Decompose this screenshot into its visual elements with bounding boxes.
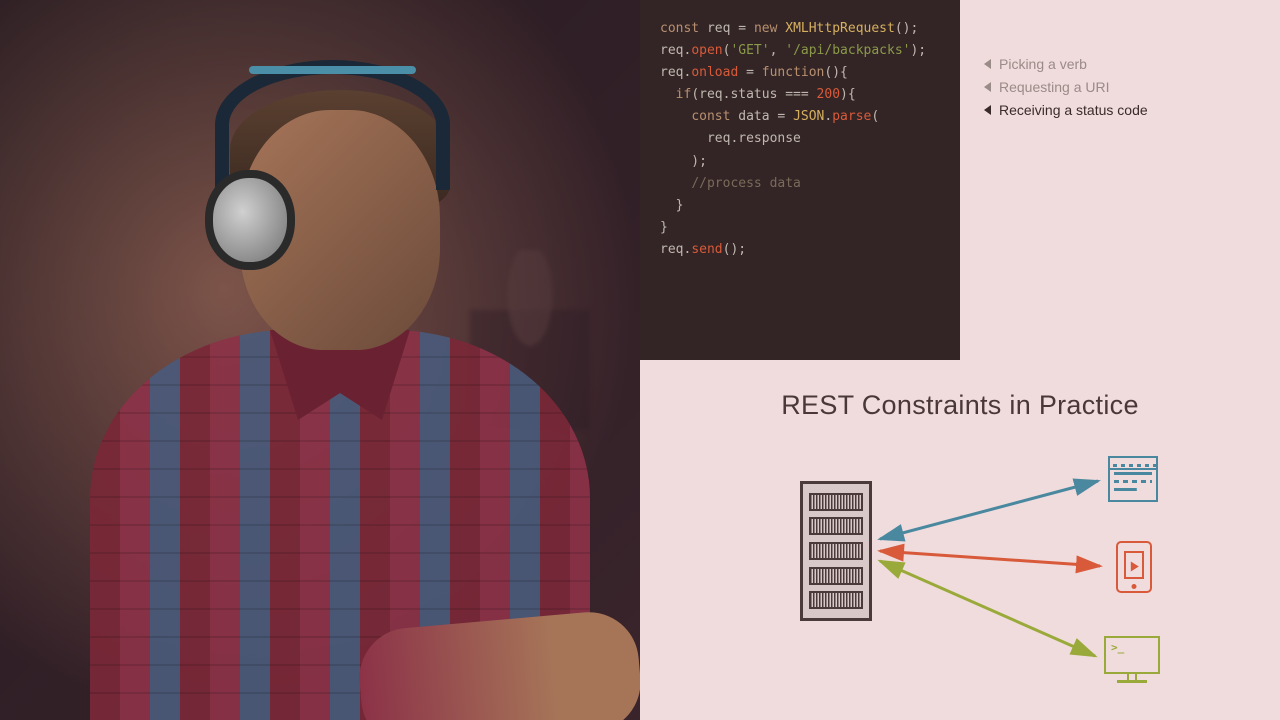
code-snippet: const req = new XMLHttpRequest();req.ope…: [640, 0, 960, 360]
code-line: req.response: [660, 128, 940, 150]
sidebar-step[interactable]: Picking a verb: [984, 56, 1280, 72]
person-with-headphones: [60, 30, 580, 710]
diagram-panel: REST Constraints in Practice: [640, 360, 1280, 720]
sidebar-step[interactable]: Requesting a URI: [984, 79, 1280, 95]
code-line: req.open('GET', '/api/backpacks');: [660, 40, 940, 62]
code-line: );: [660, 151, 940, 173]
triangle-left-icon: [984, 59, 991, 69]
code-line: }: [660, 217, 940, 239]
terminal-client-icon: [1104, 636, 1160, 684]
code-line: if(req.status === 200){: [660, 84, 940, 106]
diagram-title: REST Constraints in Practice: [680, 390, 1240, 421]
mobile-client-icon: [1116, 541, 1152, 593]
course-photo: [0, 0, 640, 720]
steps-sidebar: Picking a verb Requesting a URI Receiving …: [960, 0, 1280, 360]
triangle-left-icon: [984, 82, 991, 92]
browser-client-icon: [1108, 456, 1158, 502]
triangle-left-icon: [984, 105, 991, 115]
code-line: const req = new XMLHttpRequest();: [660, 18, 940, 40]
sidebar-step-label: Picking a verb: [999, 56, 1087, 72]
sidebar-step-label: Receiving a status code: [999, 102, 1148, 118]
code-line: //process data: [660, 173, 940, 195]
code-line: req.send();: [660, 239, 940, 261]
code-line: }: [660, 195, 940, 217]
sidebar-step[interactable]: Receiving a status code: [984, 102, 1280, 118]
code-line: req.onload = function(){: [660, 62, 940, 84]
code-line: const data = JSON.parse(: [660, 106, 940, 128]
sidebar-step-label: Requesting a URI: [999, 79, 1110, 95]
